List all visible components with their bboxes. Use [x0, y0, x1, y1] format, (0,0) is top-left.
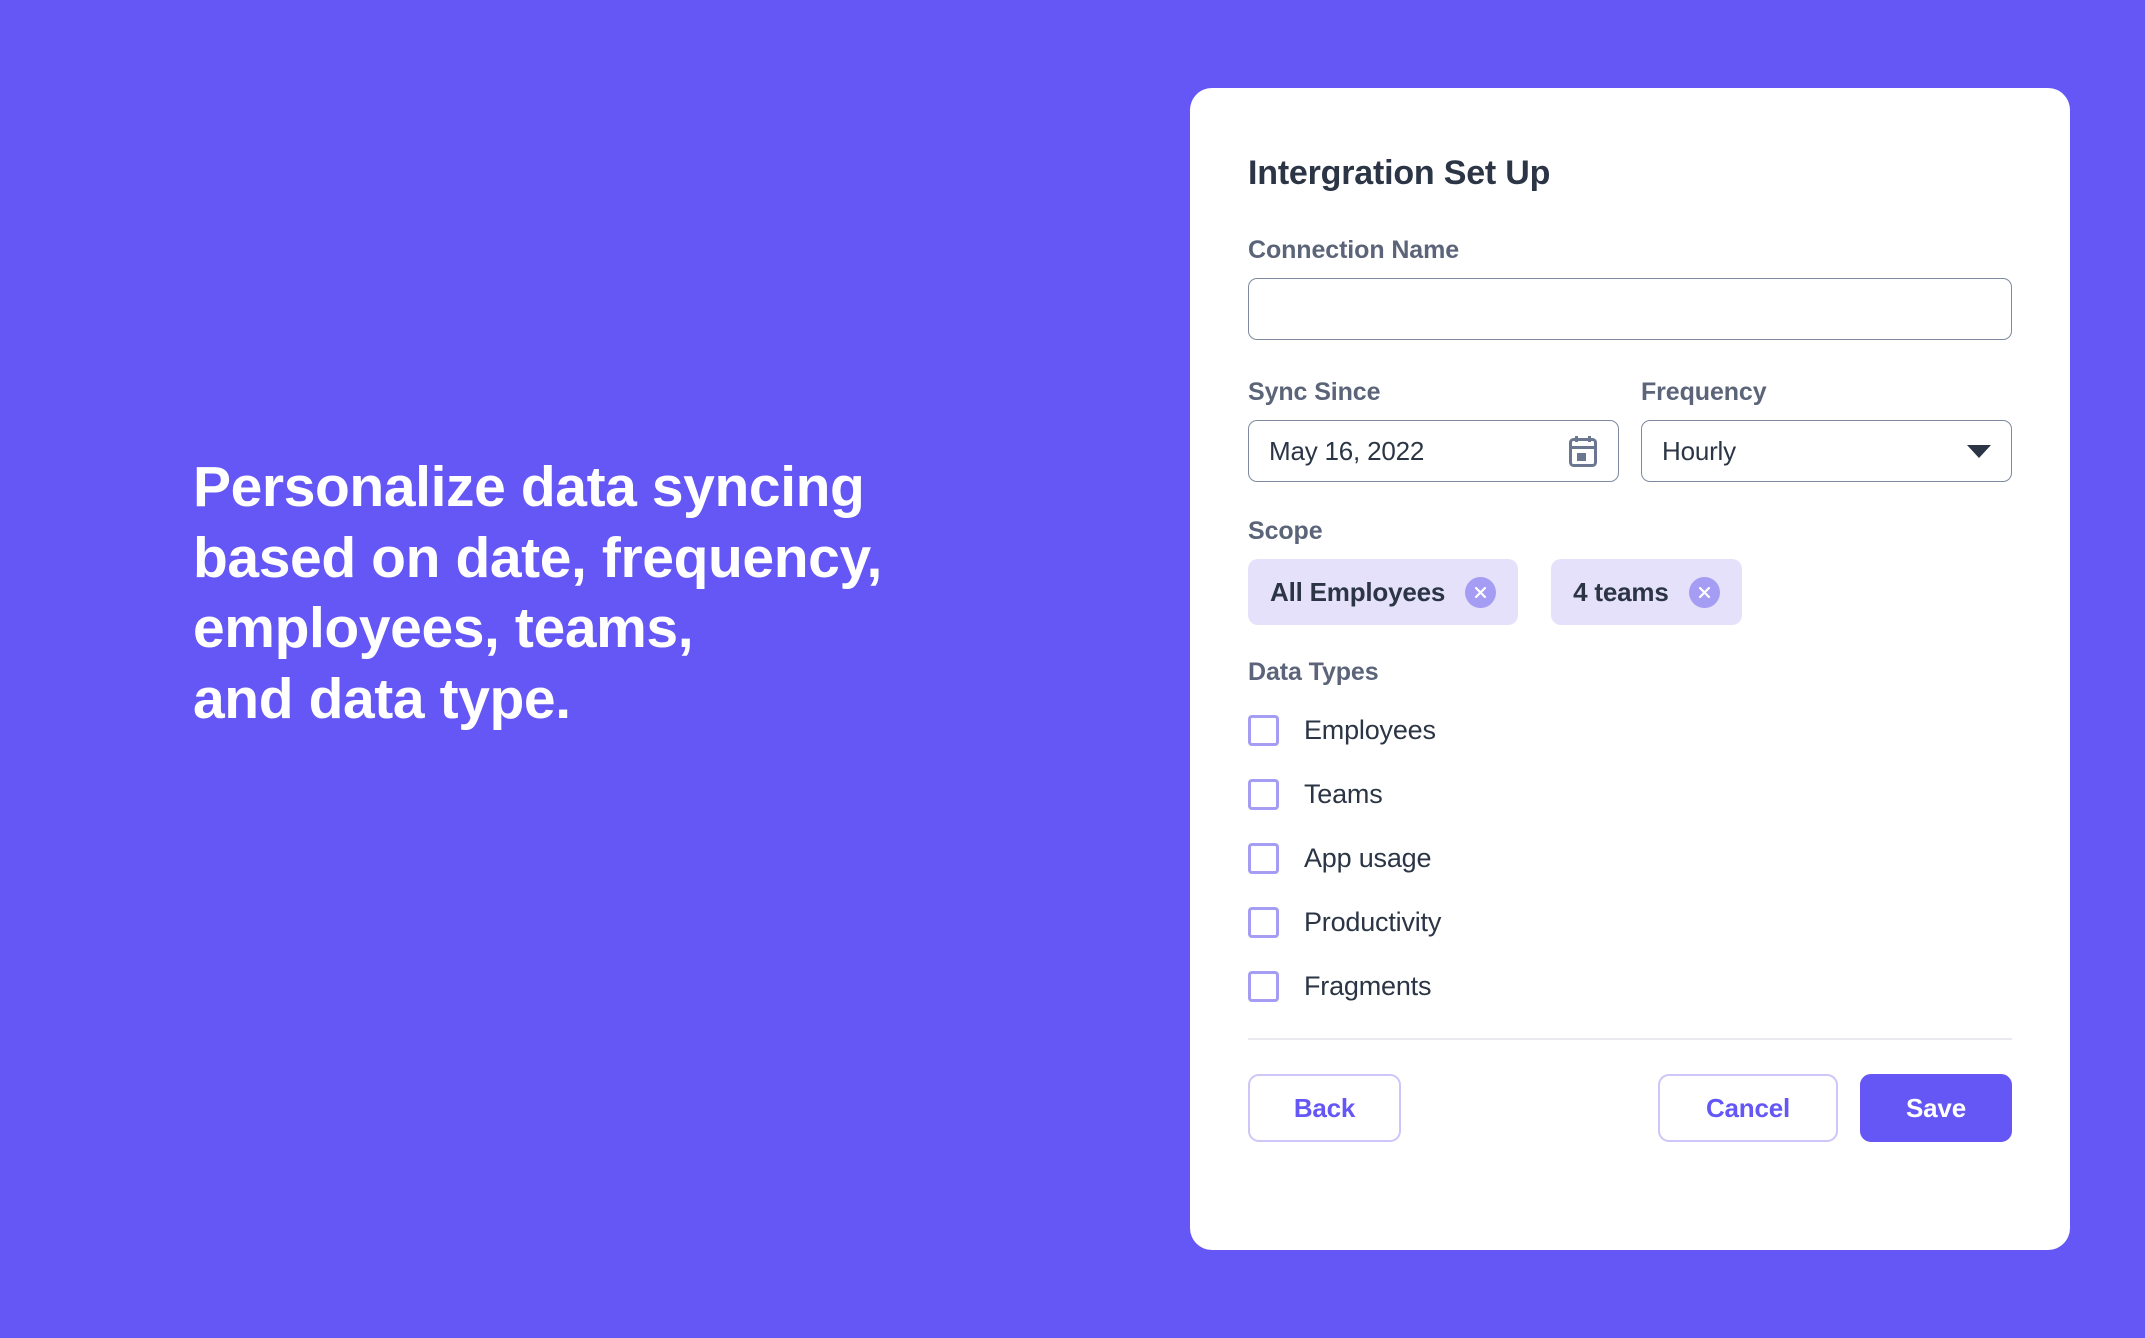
data-type-label: Teams [1304, 778, 1383, 809]
checkbox-employees[interactable] [1248, 714, 1279, 746]
scope-label: Scope [1248, 517, 1323, 545]
sync-since-date-picker[interactable]: May 16, 2022 [1248, 420, 1619, 482]
checkbox-productivity[interactable] [1248, 906, 1279, 938]
footer-divider [1248, 1038, 2012, 1040]
frequency-group: Frequency Hourly [1641, 378, 2012, 482]
scope-chip-all-employees[interactable]: All Employees [1248, 559, 1519, 625]
integration-setup-card: Intergration Set Up Connection Name Sync… [1190, 88, 2070, 1250]
promo-panel: Personalize data syncing based on date, … [193, 452, 1053, 735]
data-type-row-productivity[interactable]: Productivity [1248, 890, 2012, 954]
scope-chip-label: 4 teams [1573, 576, 1669, 607]
cancel-button[interactable]: Cancel [1658, 1074, 1838, 1142]
frequency-value: Hourly [1662, 435, 1736, 466]
scope-chip-label: All Employees [1270, 576, 1446, 607]
data-type-label: Productivity [1304, 906, 1442, 937]
data-type-row-employees[interactable]: Employees [1248, 698, 2012, 762]
checkbox-fragments[interactable] [1248, 970, 1279, 1002]
data-type-row-teams[interactable]: Teams [1248, 762, 2012, 826]
connection-name-group: Connection Name [1248, 236, 2012, 340]
checkbox-app-usage[interactable] [1248, 842, 1279, 874]
data-type-label: App usage [1304, 842, 1432, 873]
scope-chip-list: All Employees 4 teams [1248, 559, 2012, 625]
checkbox-teams[interactable] [1248, 778, 1279, 810]
sync-frequency-row: Sync Since May 16, 2022 Frequency Hourly [1248, 378, 2012, 482]
connection-name-input[interactable] [1248, 278, 2012, 340]
promo-headline: Personalize data syncing based on date, … [193, 455, 882, 732]
data-type-row-fragments[interactable]: Fragments [1248, 954, 2012, 1018]
connection-name-label: Connection Name [1248, 236, 1460, 264]
chevron-down-icon[interactable] [1967, 444, 1991, 458]
data-type-label: Fragments [1304, 970, 1432, 1001]
data-types-list: Employees Teams App usage Productivity F… [1248, 698, 2012, 1018]
close-circle-icon[interactable] [1465, 576, 1497, 608]
calendar-icon[interactable] [1568, 435, 1598, 467]
frequency-label: Frequency [1641, 378, 1767, 406]
sync-since-value: May 16, 2022 [1269, 435, 1425, 466]
data-type-label: Employees [1304, 714, 1436, 745]
page-title: Intergration Set Up [1248, 154, 1551, 192]
save-button[interactable]: Save [1860, 1074, 2012, 1142]
close-circle-icon[interactable] [1688, 576, 1720, 608]
data-types-group: Data Types Employees Teams App usage Pro… [1248, 658, 2012, 1018]
back-button[interactable]: Back [1248, 1074, 1401, 1142]
sync-since-label: Sync Since [1248, 378, 1381, 406]
data-type-row-app-usage[interactable]: App usage [1248, 826, 2012, 890]
frequency-select[interactable]: Hourly [1641, 420, 2012, 482]
scope-group: Scope All Employees 4 teams [1248, 517, 2012, 625]
scope-chip-4-teams[interactable]: 4 teams [1551, 559, 1742, 625]
sync-since-group: Sync Since May 16, 2022 [1248, 378, 1619, 482]
card-footer: Back Cancel Save [1248, 1074, 2012, 1142]
data-types-label: Data Types [1248, 658, 1379, 686]
